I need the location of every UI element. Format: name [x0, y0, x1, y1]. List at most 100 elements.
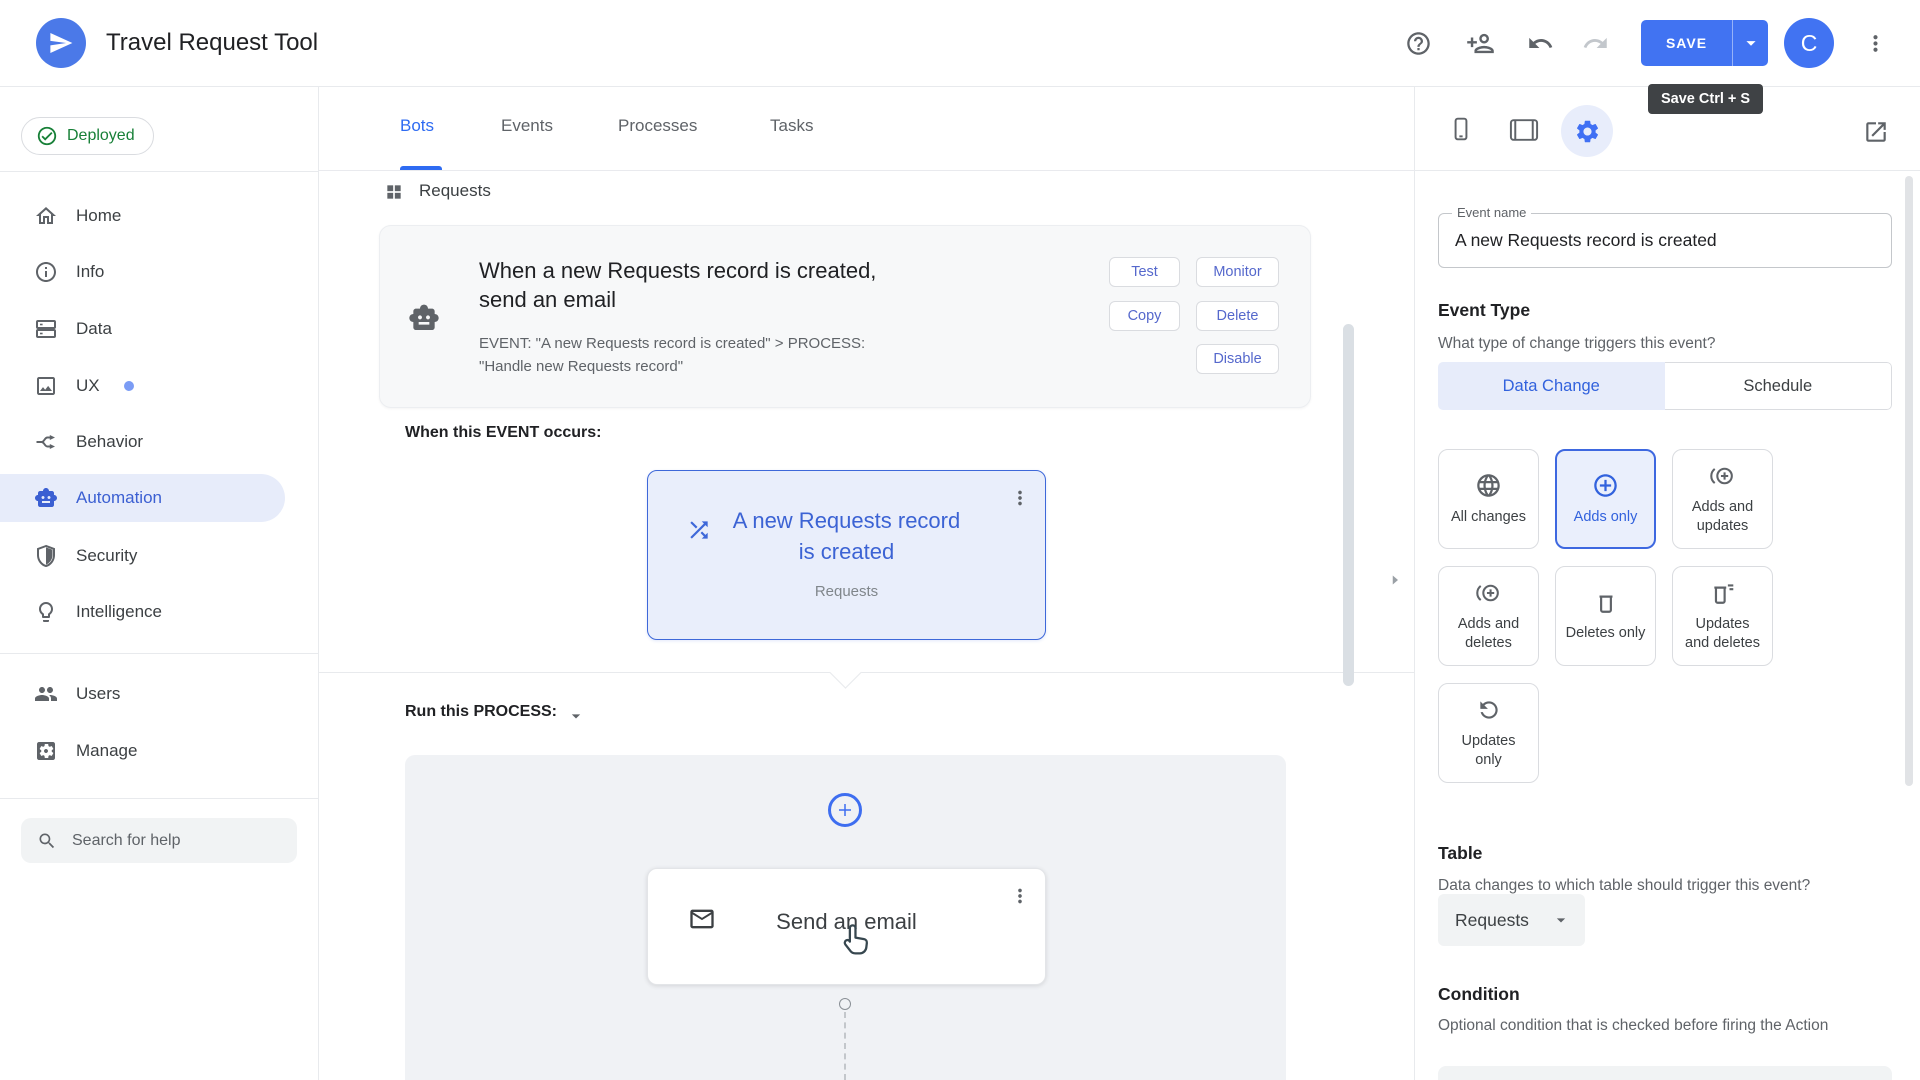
save-button[interactable]: SAVE — [1641, 20, 1768, 66]
option-adds-and-updates[interactable]: Adds and updates — [1672, 449, 1773, 549]
panel-scrollbar[interactable] — [1905, 176, 1913, 786]
status-badge[interactable]: Deployed — [21, 117, 154, 155]
sidebar-item-automation[interactable]: Automation — [0, 474, 285, 522]
sidebar-item-data[interactable]: Data — [0, 305, 285, 353]
option-all-changes[interactable]: All changes — [1438, 449, 1539, 549]
save-tooltip: Save Ctrl + S — [1648, 84, 1764, 114]
check-circle-icon — [36, 125, 58, 147]
sidebar-item-info[interactable]: Info — [0, 248, 285, 296]
main-scrollbar[interactable] — [1343, 324, 1354, 686]
option-updates-and-deletes[interactable]: Updates and deletes — [1672, 566, 1773, 666]
event-type-options: All changes Adds only Adds and updates A… — [1438, 449, 1818, 783]
add-circle-icon — [1592, 472, 1619, 499]
gear-icon — [1574, 118, 1601, 145]
shuffle-icon — [686, 517, 712, 543]
condition-input-preview[interactable] — [1438, 1066, 1892, 1080]
main-content: Bots Events Processes Tasks Requests Whe… — [318, 86, 1414, 1080]
bot-card[interactable]: When a new Requests record is created, s… — [379, 225, 1311, 408]
app-logo[interactable] — [36, 18, 86, 68]
sidebar-item-home[interactable]: Home — [0, 192, 285, 240]
plus-icon — [836, 801, 854, 819]
event-name-input[interactable] — [1439, 214, 1891, 267]
settings-tab-button[interactable] — [1561, 105, 1613, 157]
option-deletes-only[interactable]: Deletes only — [1555, 566, 1656, 666]
phone-icon — [1448, 116, 1474, 142]
redo-icon — [1582, 30, 1609, 57]
sidebar-item-ux[interactable]: UX — [0, 362, 285, 410]
help-search[interactable] — [21, 818, 297, 863]
connector-node — [839, 998, 851, 1010]
delete-button[interactable]: Delete — [1196, 301, 1279, 331]
search-input[interactable] — [70, 830, 274, 851]
help-button[interactable] — [1405, 0, 1432, 86]
more-options-button[interactable] — [1863, 0, 1888, 86]
external-link-icon — [1863, 119, 1889, 145]
tablet-view-button[interactable] — [1508, 118, 1540, 142]
table-dropdown[interactable]: Requests — [1438, 894, 1585, 946]
info-icon — [34, 260, 58, 284]
add-step-button[interactable] — [828, 793, 862, 827]
segment-schedule[interactable]: Schedule — [1664, 362, 1892, 410]
sidebar-item-security[interactable]: Security — [0, 532, 285, 580]
users-icon — [34, 682, 58, 706]
sidebar-item-behavior[interactable]: Behavior — [0, 418, 285, 466]
chevron-down-icon — [1740, 32, 1762, 54]
event-section-label: When this EVENT occurs: — [405, 424, 602, 441]
tab-tasks[interactable]: Tasks — [770, 116, 813, 136]
database-icon — [34, 317, 58, 341]
process-dropdown-caret[interactable] — [566, 706, 586, 726]
event-node-table: Requests — [814, 583, 879, 600]
event-node[interactable]: A new Requests record is created Request… — [647, 470, 1046, 640]
event-type-heading: Event Type — [1438, 300, 1531, 320]
tab-processes[interactable]: Processes — [618, 116, 697, 136]
help-icon — [1405, 30, 1432, 57]
status-badge-label: Deployed — [67, 127, 135, 144]
save-dropdown-button[interactable] — [1733, 32, 1768, 54]
tab-bots[interactable]: Bots — [400, 116, 434, 136]
event-node-menu[interactable] — [1009, 487, 1031, 509]
sidebar-item-manage[interactable]: Manage — [0, 727, 285, 775]
sidebar-item-users[interactable]: Users — [0, 670, 285, 718]
trash-list-icon — [1710, 580, 1736, 606]
panel-expander-chevron[interactable] — [1386, 571, 1404, 589]
process-step-menu[interactable] — [1009, 885, 1031, 907]
condition-description: Optional condition that is checked befor… — [1438, 1017, 1829, 1034]
image-icon — [34, 374, 58, 398]
monitor-button[interactable]: Monitor — [1196, 257, 1279, 287]
undo-button[interactable] — [1527, 0, 1554, 86]
divider — [0, 653, 318, 654]
option-updates-only[interactable]: Updates only — [1438, 683, 1539, 783]
tab-events[interactable]: Events — [501, 116, 553, 136]
search-icon — [37, 831, 57, 851]
process-canvas: Send an email — [405, 755, 1286, 1080]
open-in-new-button[interactable] — [1863, 119, 1889, 145]
event-name-field: Event name — [1438, 205, 1892, 268]
copy-button[interactable]: Copy — [1109, 301, 1180, 331]
ux-notification-dot — [123, 381, 134, 391]
page-title: Travel Request Tool — [106, 29, 319, 56]
divider — [318, 170, 1414, 171]
avatar[interactable]: C — [1784, 18, 1834, 68]
bot-subtitle: EVENT: "A new Requests record is created… — [479, 335, 866, 375]
kebab-menu-icon — [1863, 31, 1888, 56]
add-circle-arc-icon — [1474, 580, 1503, 606]
sidebar-item-intelligence[interactable]: Intelligence — [0, 588, 285, 636]
connector-line — [844, 1012, 846, 1080]
option-adds-and-deletes[interactable]: Adds and deletes — [1438, 566, 1539, 666]
table-dropdown-value: Requests — [1455, 909, 1529, 930]
share-button[interactable] — [1466, 0, 1495, 86]
event-name-label: Event name — [1452, 205, 1532, 220]
branch-icon — [34, 430, 58, 454]
condition-heading: Condition — [1438, 984, 1520, 1004]
test-button[interactable]: Test — [1109, 257, 1180, 287]
segment-data-change[interactable]: Data Change — [1438, 362, 1665, 410]
manage-icon — [34, 739, 58, 763]
table-heading: Table — [1438, 843, 1483, 863]
option-adds-only[interactable]: Adds only — [1555, 449, 1656, 549]
disable-button[interactable]: Disable — [1196, 344, 1279, 374]
person-add-icon — [1466, 29, 1495, 58]
home-icon — [34, 204, 58, 228]
redo-button[interactable] — [1582, 0, 1609, 86]
shield-icon — [34, 544, 58, 568]
phone-view-button[interactable] — [1448, 116, 1474, 142]
